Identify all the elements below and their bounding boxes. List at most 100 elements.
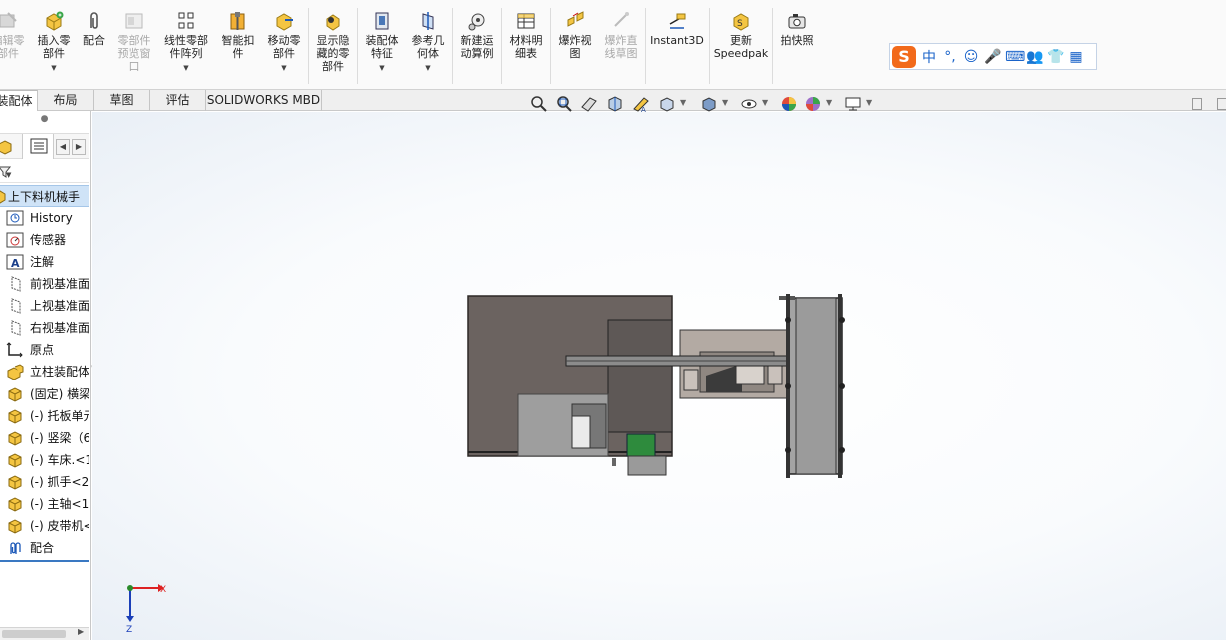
tree-item-beam[interactable]: (固定) 横梁 (0, 383, 89, 405)
component-preview-button[interactable]: 零部件 预览窗 口 (112, 10, 156, 73)
reference-geometry-button[interactable]: 参考几 何体 ▼ (406, 10, 450, 75)
tab-evaluate[interactable]: 评估 (150, 90, 206, 111)
assembly-features-button[interactable]: 装配体 特征 ▼ (360, 10, 404, 75)
section-view-icon[interactable] (606, 95, 624, 113)
triad-z-label: Z (126, 625, 132, 634)
smart-fasteners-button[interactable]: 智能扣 件 (216, 10, 260, 60)
chevron-down-icon[interactable]: ▼ (762, 98, 768, 107)
tree-filter[interactable]: ▼ (0, 161, 89, 183)
tree-item-lathe[interactable]: (-) 车床.<1 (0, 449, 89, 471)
tree-item-sensors[interactable]: 传感器 (0, 229, 89, 251)
dynamic-annotation-icon[interactable]: A (632, 95, 650, 113)
edit-appearance-icon[interactable] (780, 95, 798, 113)
property-manager-tab[interactable] (22, 134, 54, 159)
tree-item-front-plane[interactable]: 前视基准面 (0, 273, 89, 295)
insert-component-button[interactable]: 插入零 部件 ▼ (32, 10, 76, 75)
reference-geometry-icon (422, 12, 434, 30)
ime-punctuation-icon[interactable]: °, (942, 49, 958, 65)
svg-text:S: S (737, 19, 743, 29)
take-snapshot-button[interactable]: 拍快照 (775, 10, 819, 47)
show-hidden-label: 显示隐 藏的零 部件 (316, 34, 350, 73)
ime-voice-icon[interactable]: 🎤 (984, 49, 1001, 65)
tab-scroll-left-icon[interactable]: ◀ (56, 139, 70, 155)
speedpak-icon: S (733, 13, 749, 31)
maximize-viewport-icon[interactable] (1217, 98, 1226, 110)
ime-skin-icon[interactable]: 👕 (1047, 49, 1064, 65)
tree-item-column-subassembly[interactable]: 立柱装配体 (0, 361, 89, 383)
tree-splitter[interactable] (0, 560, 89, 562)
tree-item-belt-conveyor[interactable]: (-) 皮带机< (0, 515, 89, 537)
tree-item-annotations[interactable]: A 注解 (0, 251, 89, 273)
smart-fastener-icon (230, 12, 245, 30)
tab-layout[interactable]: 布局 (38, 90, 94, 111)
chevron-down-icon[interactable]: ▼ (159, 62, 213, 75)
part-icon (8, 409, 22, 424)
view-settings-monitor-icon[interactable] (844, 95, 862, 113)
bill-of-materials-button[interactable]: 材料明 细表 (504, 10, 548, 60)
explode-line-sketch-label: 爆炸直 线草图 (604, 34, 638, 60)
tree-item-label: (-) 皮带机< (30, 519, 89, 533)
chevron-down-icon[interactable]: ▼ (262, 62, 306, 75)
ime-menu-icon[interactable]: ▦ (1068, 49, 1084, 65)
mate-button[interactable]: 配合 (78, 10, 110, 47)
tree-item-label: (-) 主轴<1 (30, 497, 89, 511)
previous-view-icon[interactable] (580, 95, 598, 113)
linear-pattern-button[interactable]: 线性零部 件阵列 ▼ (159, 10, 213, 75)
tab-scroll-right-icon[interactable]: ▶ (72, 139, 86, 155)
plane-icon (11, 298, 21, 314)
plane-icon (11, 276, 21, 292)
tree-item-label: 传感器 (30, 233, 67, 247)
tree-item-origin[interactable]: 原点 (0, 339, 89, 361)
chevron-down-icon[interactable]: ▼ (406, 62, 450, 75)
panel-grip-icon[interactable]: ● (0, 114, 89, 128)
chevron-down-icon[interactable]: ▼ (360, 62, 404, 75)
tab-sketch[interactable]: 草图 (94, 90, 150, 111)
move-component-button[interactable]: 移动零 部件 ▼ (262, 10, 306, 75)
feature-tree-tab-icon[interactable] (0, 138, 14, 156)
tree-item-history[interactable]: History (0, 207, 89, 229)
tree-item-top-plane[interactable]: 上视基准面 (0, 295, 89, 317)
tree-item-mates[interactable]: 配合 (0, 537, 89, 559)
exploded-view-button[interactable]: 爆炸视 图 (553, 10, 597, 60)
apply-scene-icon[interactable] (804, 95, 822, 113)
camera-icon (788, 14, 806, 29)
chevron-down-icon[interactable]: ▼ (680, 98, 686, 107)
chevron-down-icon[interactable]: ▼ (866, 98, 872, 107)
hide-show-items-icon[interactable] (740, 95, 758, 113)
update-speedpak-button[interactable]: S 更新 Speedpak (712, 10, 770, 60)
tree-item-right-plane[interactable]: 右视基准面 (0, 317, 89, 339)
edit-component-button[interactable]: 编辑零 部件 (0, 10, 30, 60)
chevron-down-icon[interactable]: ▼ (722, 98, 728, 107)
explode-line-sketch-button[interactable]: 爆炸直 线草图 (599, 10, 643, 60)
graphics-area[interactable] (92, 112, 1226, 640)
tree-item-pallet-unit[interactable]: (-) 托板单元 (0, 405, 89, 427)
tree-horizontal-scrollbar[interactable]: ▶ (0, 627, 89, 640)
tree-item-spindle[interactable]: (-) 主轴<1 (0, 493, 89, 515)
show-hidden-components-button[interactable]: 显示隐 藏的零 部件 (311, 10, 355, 73)
restore-viewport-icon[interactable] (1192, 98, 1202, 110)
ime-keyboard-icon[interactable]: ⌨ (1005, 49, 1025, 65)
ribbon-separator (501, 8, 502, 84)
scroll-right-icon[interactable]: ▶ (78, 627, 84, 636)
tree-root-assembly[interactable]: 上下料机械手 (0, 185, 89, 207)
sogou-logo-icon[interactable]: S (892, 45, 916, 68)
ime-user-icon[interactable]: 👥 (1026, 49, 1043, 65)
chevron-down-icon[interactable]: ▼ (826, 98, 832, 107)
view-orientation-icon[interactable] (658, 95, 676, 113)
tab-assembly[interactable]: 装配体 (0, 90, 38, 111)
history-icon (6, 210, 24, 226)
display-style-icon[interactable] (700, 95, 718, 113)
new-motion-study-button[interactable]: 新建运 动算例 (455, 10, 499, 60)
tree-item-vertical-beam[interactable]: (-) 竖梁（6 (0, 427, 89, 449)
ribbon-separator (645, 8, 646, 84)
ime-emoji-icon[interactable]: ☺ (963, 49, 979, 65)
instant3d-button[interactable]: Instant3D (648, 10, 706, 47)
zoom-to-fit-icon[interactable] (530, 95, 548, 113)
ime-chinese-mode-icon[interactable]: 中 (921, 47, 937, 67)
scrollbar-thumb[interactable] (2, 630, 66, 638)
tab-solidworks-mbd[interactable]: SOLIDWORKS MBD (206, 90, 322, 111)
tree-item-label: 注解 (30, 255, 55, 269)
chevron-down-icon[interactable]: ▼ (32, 62, 76, 75)
zoom-to-area-icon[interactable] (555, 95, 573, 113)
tree-item-gripper[interactable]: (-) 抓手<2 (0, 471, 89, 493)
